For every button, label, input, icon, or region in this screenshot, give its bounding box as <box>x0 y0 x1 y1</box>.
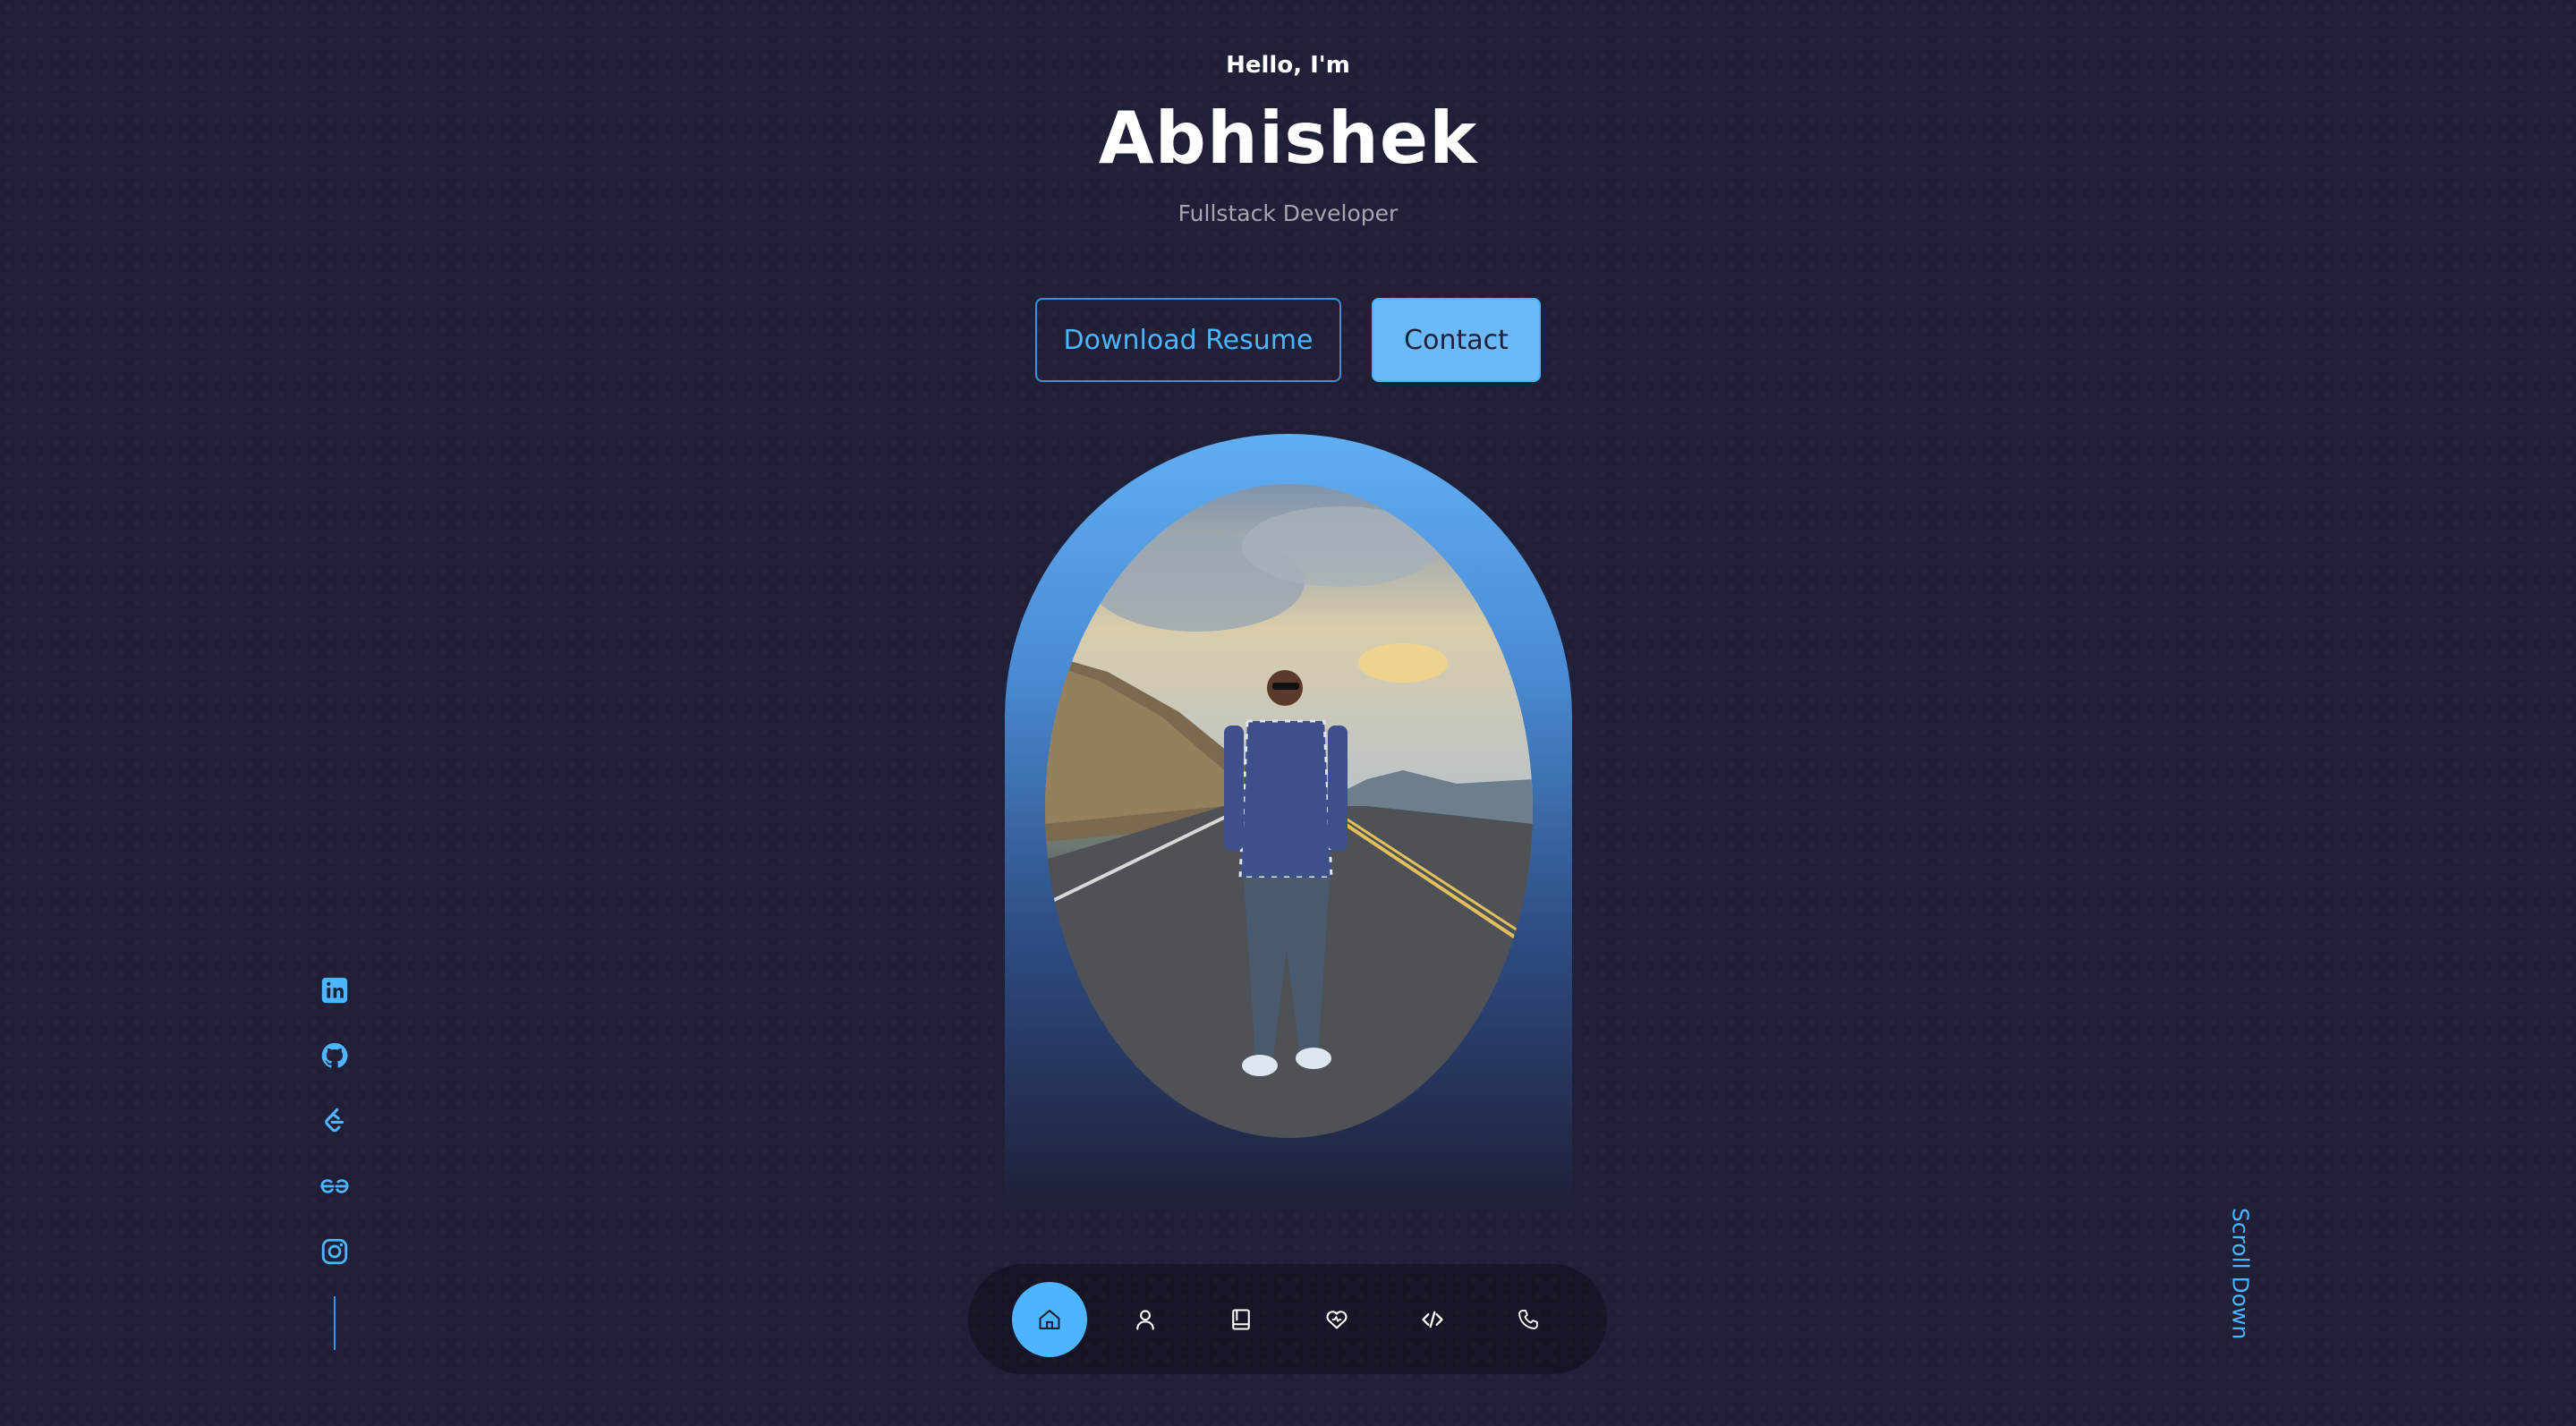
instagram-icon[interactable] <box>319 1236 351 1267</box>
social-links <box>319 975 351 1267</box>
github-icon[interactable] <box>319 1040 351 1071</box>
user-icon <box>1136 1309 1154 1330</box>
book-icon <box>1232 1308 1250 1330</box>
contact-button[interactable]: Contact <box>1372 298 1541 382</box>
leetcode-icon[interactable] <box>319 1106 351 1136</box>
home-icon <box>1039 1309 1060 1329</box>
greeting-text: Hello, I'm <box>1226 52 1350 79</box>
phone-icon <box>1518 1309 1538 1329</box>
heart-icon <box>1326 1310 1348 1328</box>
social-divider-line <box>334 1296 336 1350</box>
profile-photo <box>1045 484 1533 1138</box>
hero-section: Hello, I'm Abhishek Fullstack Developer … <box>0 0 2576 1426</box>
nav-contact[interactable] <box>1491 1282 1566 1357</box>
profile-photo-illustration <box>1045 484 1533 1138</box>
linkedin-icon[interactable] <box>319 975 351 1006</box>
nav-experience[interactable] <box>1203 1282 1279 1357</box>
scroll-down-link[interactable]: Scroll Down <box>2223 1208 2258 1351</box>
code-icon <box>1422 1311 1443 1328</box>
nav-services[interactable] <box>1299 1282 1374 1357</box>
download-resume-button[interactable]: Download Resume <box>1035 298 1341 382</box>
nav-about[interactable] <box>1108 1282 1183 1357</box>
nav-portfolio[interactable] <box>1395 1282 1470 1357</box>
page-title: Abhishek <box>1098 97 1478 180</box>
geeksforgeeks-icon[interactable] <box>319 1171 351 1201</box>
nav-home[interactable] <box>1012 1281 1087 1357</box>
role-subtitle: Fullstack Developer <box>1177 200 1399 226</box>
bottom-nav <box>968 1264 1607 1374</box>
